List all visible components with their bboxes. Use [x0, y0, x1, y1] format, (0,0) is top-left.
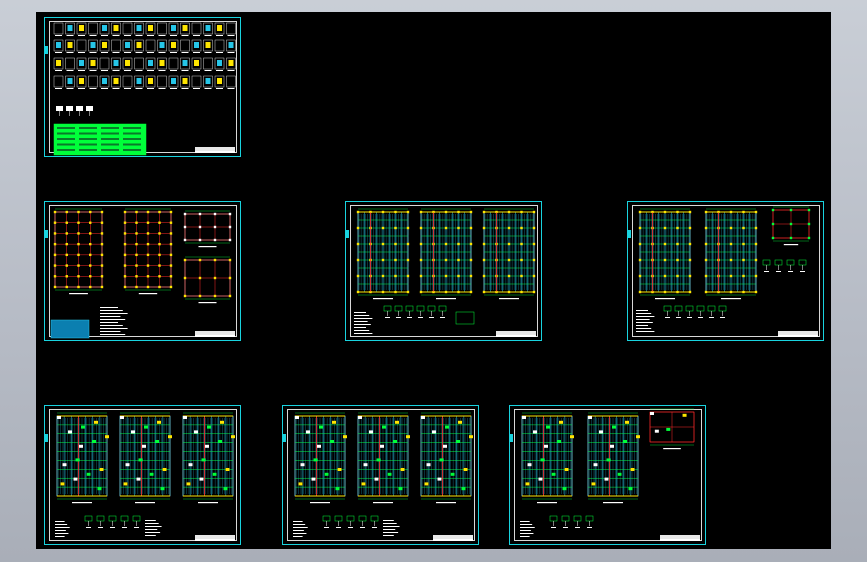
title-block [195, 535, 235, 539]
drawing-sheet-beam-c[interactable] [509, 405, 706, 545]
cad-model-space[interactable] [36, 12, 831, 549]
column-plan-art [354, 208, 536, 337]
title-block [195, 147, 235, 151]
drawing-sheet-column-b[interactable] [627, 201, 824, 341]
title-block [496, 331, 536, 335]
drawing-sheet-beam-a[interactable] [44, 405, 241, 545]
column-detail-art [636, 206, 818, 337]
drawing-sheet-foundation[interactable] [44, 201, 241, 341]
foundation-plan-art [50, 208, 235, 339]
beam-plan-art [55, 412, 235, 541]
index-drawing-art [53, 22, 236, 156]
title-block [433, 535, 473, 539]
title-block [660, 535, 700, 539]
beam-detail-art [520, 408, 700, 541]
beam-plan-art [293, 412, 473, 541]
drawing-sheet-index[interactable] [44, 17, 241, 157]
title-block [195, 331, 235, 335]
drawing-sheet-column-a[interactable] [345, 201, 542, 341]
title-block [778, 331, 818, 335]
drawing-sheet-beam-b[interactable] [282, 405, 479, 545]
